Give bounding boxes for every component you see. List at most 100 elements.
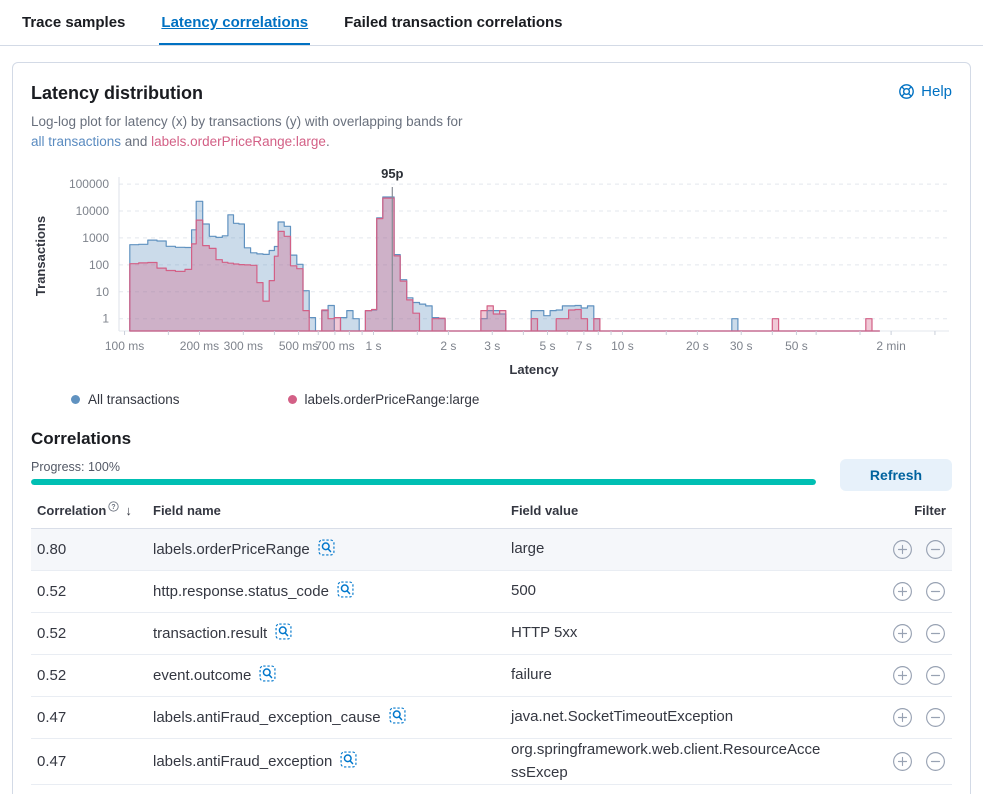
svg-text:10 s: 10 s xyxy=(611,339,634,353)
legend-item[interactable]: labels.orderPriceRange:large xyxy=(288,392,480,407)
inspect-field-icon[interactable] xyxy=(337,581,354,602)
filter-exclude-icon[interactable] xyxy=(925,539,946,560)
help-label: Help xyxy=(921,83,952,100)
svg-text:200 ms: 200 ms xyxy=(180,339,219,353)
filter-exclude-icon[interactable] xyxy=(925,623,946,644)
field-value: 500 xyxy=(511,580,862,603)
filter-exclude-icon[interactable] xyxy=(925,665,946,686)
filter-exclude-icon[interactable] xyxy=(925,707,946,728)
svg-text:700 ms: 700 ms xyxy=(315,339,354,353)
legend-item[interactable]: All transactions xyxy=(71,392,180,407)
svg-text:1000: 1000 xyxy=(82,231,109,245)
inspect-field-icon[interactable] xyxy=(259,665,276,686)
svg-text:5 s: 5 s xyxy=(539,339,555,353)
field-name: labels.antiFraud_exception xyxy=(153,753,332,770)
filter-include-icon[interactable] xyxy=(892,539,913,560)
help-link[interactable]: Help xyxy=(898,83,952,100)
svg-text:20 s: 20 s xyxy=(686,339,709,353)
legend-label: All transactions xyxy=(88,392,180,407)
table-row: 0.52event.outcome failure xyxy=(31,655,952,697)
field-name: event.outcome xyxy=(153,667,251,684)
svg-text:3 s: 3 s xyxy=(484,339,500,353)
correlations-table-body: 0.80labels.orderPriceRange large 0.52http.… xyxy=(31,529,952,785)
subtitle-line1: Log-log plot for latency (x) by transact… xyxy=(31,112,952,132)
field-name: labels.orderPriceRange xyxy=(153,541,310,558)
column-header-field-value: Field value xyxy=(511,503,862,518)
field-value: org.springframework.web.client.ResourceA… xyxy=(511,739,862,784)
correlation-value: 0.52 xyxy=(37,667,153,684)
chart-subtitle: Log-log plot for latency (x) by transact… xyxy=(31,112,952,151)
svg-text:95p: 95p xyxy=(381,166,403,181)
table-header-row: Correlation ? ↓ Field name Field value F… xyxy=(31,503,952,529)
progress-bar-fill xyxy=(31,479,816,485)
chart-legend: All transactions labels.orderPriceRange:l… xyxy=(71,392,952,407)
field-name: transaction.result xyxy=(153,625,267,642)
field-value: failure xyxy=(511,664,862,687)
inspect-field-icon[interactable] xyxy=(389,707,406,728)
tab-trace-samples[interactable]: Trace samples xyxy=(20,0,127,45)
svg-text:500 ms: 500 ms xyxy=(279,339,318,353)
latency-correlations-panel: Latency distribution Help Log-log plot f… xyxy=(12,62,971,794)
svg-text:50 s: 50 s xyxy=(785,339,808,353)
table-row: 0.52http.response.status_code500 xyxy=(31,571,952,613)
filter-include-icon[interactable] xyxy=(892,707,913,728)
filter-exclude-icon[interactable] xyxy=(925,751,946,772)
svg-text:10: 10 xyxy=(96,285,110,299)
table-row: 0.47labels.antiFraud_exception org.spring… xyxy=(31,739,952,785)
field-value: large xyxy=(511,538,862,561)
tab-failed-transaction-correlations[interactable]: Failed transaction correlations xyxy=(342,0,564,45)
filter-include-icon[interactable] xyxy=(892,581,913,602)
svg-text:Latency: Latency xyxy=(509,362,559,377)
svg-text:100: 100 xyxy=(89,258,109,272)
column-header-filter: Filter xyxy=(862,503,946,518)
progress-bar xyxy=(31,479,816,485)
table-row: 0.47labels.antiFraud_exception_cause java… xyxy=(31,697,952,739)
svg-text:100000: 100000 xyxy=(69,177,109,191)
question-in-circle-icon: ? xyxy=(108,500,119,515)
filter-include-icon[interactable] xyxy=(892,751,913,772)
correlations-table: Correlation ? ↓ Field name Field value F… xyxy=(31,503,952,785)
svg-text:1: 1 xyxy=(102,312,109,326)
inspect-field-icon[interactable] xyxy=(318,539,335,560)
svg-text:30 s: 30 s xyxy=(730,339,753,353)
svg-text:10000: 10000 xyxy=(76,204,110,218)
filter-exclude-icon[interactable] xyxy=(925,581,946,602)
refresh-button[interactable]: Refresh xyxy=(840,459,952,491)
correlation-value: 0.52 xyxy=(37,583,153,600)
sort-desc-arrow-icon: ↓ xyxy=(125,503,132,518)
svg-text:?: ? xyxy=(112,504,116,511)
svg-text:2 s: 2 s xyxy=(440,339,456,353)
column-header-field-name: Field name xyxy=(153,503,511,518)
field-value: HTTP 5xx xyxy=(511,622,862,645)
svg-text:Transactions: Transactions xyxy=(33,216,48,296)
column-header-correlation[interactable]: Correlation ? ↓ xyxy=(37,503,153,518)
order-price-range-link[interactable]: labels.orderPriceRange:large xyxy=(151,134,326,149)
tab-latency-correlations[interactable]: Latency correlations xyxy=(159,0,310,45)
correlations-heading: Correlations xyxy=(31,429,952,449)
inspect-field-icon[interactable] xyxy=(340,751,357,772)
correlation-value: 0.52 xyxy=(37,625,153,642)
legend-label: labels.orderPriceRange:large xyxy=(305,392,480,407)
inspect-field-icon[interactable] xyxy=(275,623,292,644)
filter-include-icon[interactable] xyxy=(892,665,913,686)
field-name: labels.antiFraud_exception_cause xyxy=(153,709,381,726)
legend-dot-icon xyxy=(288,395,297,404)
subtitle-line2: all transactions and labels.orderPriceRa… xyxy=(31,132,952,152)
table-row: 0.52transaction.result HTTP 5xx xyxy=(31,613,952,655)
page-title: Latency distribution xyxy=(31,83,203,104)
legend-dot-icon xyxy=(71,395,80,404)
latency-distribution-chart: 1 10 100 1000 10000 100000 95p 100 ms 200 ms 300 … xyxy=(31,165,952,382)
correlation-value: 0.47 xyxy=(37,709,153,726)
progress-label: Progress: 100% xyxy=(31,460,816,474)
svg-text:300 ms: 300 ms xyxy=(224,339,263,353)
tab-bar: Trace samples Latency correlations Faile… xyxy=(0,0,983,46)
svg-text:1 s: 1 s xyxy=(365,339,381,353)
help-lifebuoy-icon xyxy=(898,83,915,100)
correlation-value: 0.47 xyxy=(37,753,153,770)
correlation-value: 0.80 xyxy=(37,541,153,558)
svg-text:100 ms: 100 ms xyxy=(105,339,144,353)
field-value: java.net.SocketTimeoutException xyxy=(511,706,862,729)
svg-text:2 min: 2 min xyxy=(876,339,905,353)
all-transactions-link[interactable]: all transactions xyxy=(31,134,121,149)
filter-include-icon[interactable] xyxy=(892,623,913,644)
